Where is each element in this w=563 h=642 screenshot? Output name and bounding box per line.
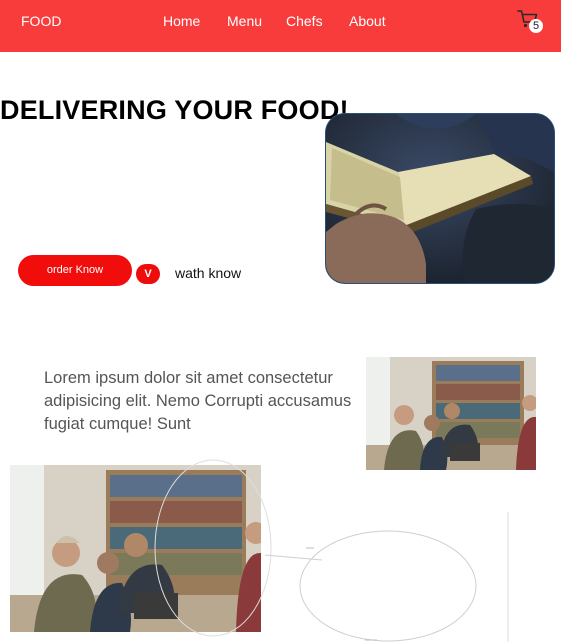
v-badge[interactable]: V (136, 264, 160, 284)
brand-logo[interactable]: FOOD (21, 13, 61, 29)
order-now-button[interactable]: order Know (18, 255, 132, 286)
hero-title: DELIVERING YOUR FOOD! (0, 95, 349, 125)
team-photo-large (10, 465, 261, 632)
team-photo-small (366, 357, 536, 470)
nav-link-about[interactable]: About (349, 13, 386, 29)
about-text: Lorem ipsum dolor sit amet consectetur a… (44, 369, 352, 433)
nav-link-menu[interactable]: Menu (227, 13, 262, 29)
watch-now-link[interactable]: wath know (175, 265, 241, 281)
cart-button[interactable]: 5 (517, 9, 547, 35)
hero-image (325, 113, 555, 284)
navbar: FOOD Home Menu Chefs About 5 (0, 0, 563, 52)
nav-link-home[interactable]: Home (163, 13, 200, 29)
cart-count-badge: 5 (529, 19, 543, 33)
nav-link-chefs[interactable]: Chefs (286, 13, 323, 29)
